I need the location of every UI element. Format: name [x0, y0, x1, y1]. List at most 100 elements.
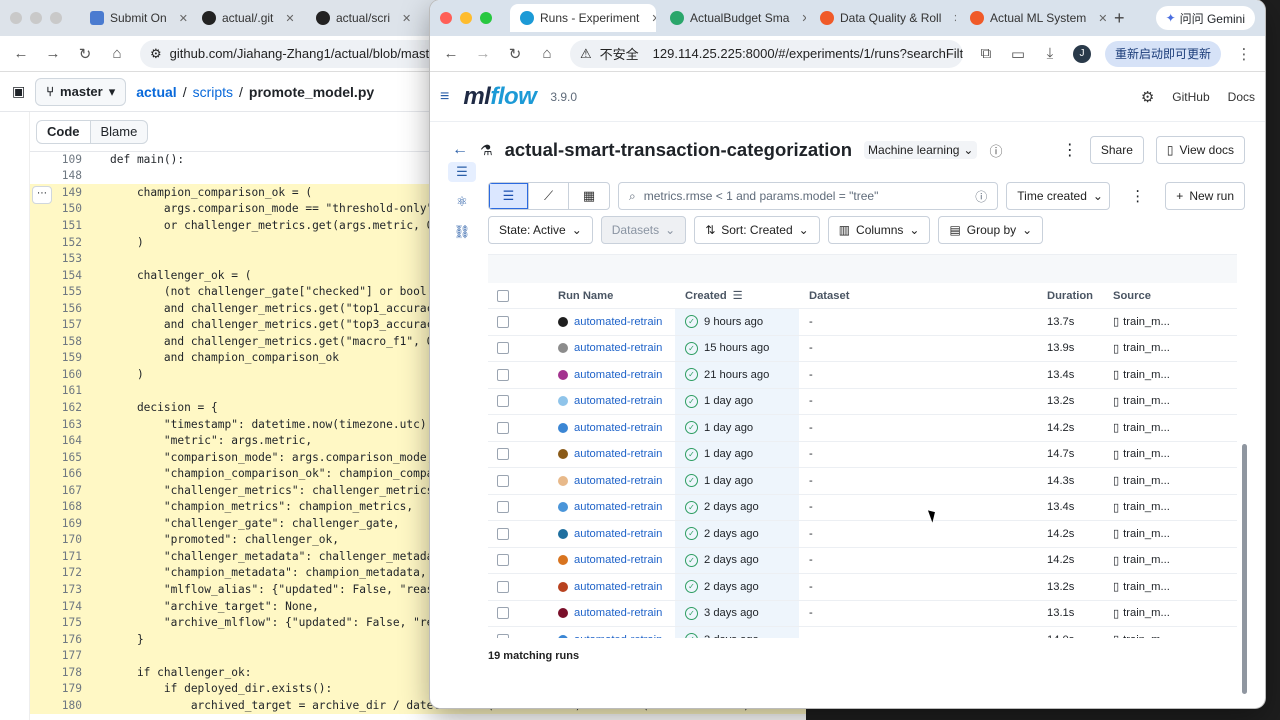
line-number[interactable]: 154	[30, 269, 110, 282]
run-name-link[interactable]: automated-retrain	[574, 395, 662, 407]
more-menu-icon[interactable]: ⋮	[1235, 45, 1253, 63]
line-number[interactable]: 160	[30, 368, 110, 381]
traces-icon[interactable]: ⛓	[448, 222, 476, 242]
run-color-dot[interactable]	[558, 369, 568, 380]
line-number[interactable]: 176	[30, 633, 110, 646]
back-arrow-icon[interactable]: ←	[12, 45, 30, 62]
source-link[interactable]: train_m...	[1123, 607, 1170, 619]
line-number[interactable]: 161	[30, 384, 110, 397]
artifact-view-icon[interactable]: ▦	[569, 183, 609, 209]
tab-runs-experiment[interactable]: Runs - Experiment ✕	[510, 4, 656, 32]
line-number[interactable]: 162	[30, 401, 110, 414]
row-checkbox[interactable]	[497, 342, 509, 355]
source-link[interactable]: train_m...	[1123, 316, 1170, 328]
source-link[interactable]: train_m...	[1123, 369, 1170, 381]
source-link[interactable]: train_m...	[1123, 475, 1170, 487]
run-color-dot[interactable]	[558, 422, 568, 433]
new-tab-button[interactable]: +	[1114, 8, 1125, 29]
close-tab-icon[interactable]: ✕	[953, 12, 956, 25]
run-name-link[interactable]: automated-retrain	[574, 528, 662, 540]
tab-actualbudget[interactable]: ActualBudget Sma ✕	[660, 4, 806, 32]
line-number[interactable]: 178	[30, 666, 110, 679]
hamburger-menu-icon[interactable]: ≡	[440, 88, 449, 106]
close-tab-icon[interactable]: ✕	[179, 12, 188, 25]
row-checkbox[interactable]	[497, 633, 509, 638]
source-link[interactable]: train_m...	[1123, 634, 1170, 638]
line-number[interactable]: 164	[30, 434, 110, 447]
close-tab-icon[interactable]: ✕	[402, 12, 411, 25]
reload-icon[interactable]: ↻	[76, 45, 94, 63]
line-number[interactable]: 169	[30, 517, 110, 530]
column-header-dataset[interactable]: Dataset	[799, 290, 1047, 302]
line-number[interactable]: 174	[30, 600, 110, 613]
line-number[interactable]: 152	[30, 236, 110, 249]
line-number[interactable]: 180	[30, 699, 110, 712]
zoom-window-button[interactable]	[50, 12, 62, 24]
forward-arrow-icon[interactable]: →	[44, 45, 62, 62]
back-tab-1[interactable]: actual/.git ✕	[192, 4, 302, 32]
row-checkbox[interactable]	[497, 421, 509, 434]
tab-code[interactable]: Code	[36, 119, 91, 144]
tab-data-quality[interactable]: Data Quality & Roll ✕	[810, 4, 956, 32]
minimize-window-button[interactable]	[30, 12, 42, 24]
select-all-checkbox[interactable]	[497, 289, 509, 302]
table-row[interactable]: automated-retrain ✓ 1 day ago - 14.3s ▯ train_…	[488, 468, 1237, 495]
cast-icon[interactable]: ▭	[1009, 45, 1027, 63]
run-color-dot[interactable]	[558, 343, 568, 354]
more-options-icon[interactable]: ⋮	[1130, 187, 1145, 205]
download-icon[interactable]: ⤓	[1041, 45, 1059, 62]
view-docs-button[interactable]: ▯ View docs	[1155, 136, 1245, 164]
source-link[interactable]: train_m...	[1123, 448, 1170, 460]
more-actions-icon[interactable]: ⋮	[1062, 140, 1078, 160]
row-checkbox[interactable]	[497, 368, 509, 381]
table-row[interactable]: automated-retrain ✓ 3 days ago -14.0s▯ train…	[488, 627, 1237, 638]
table-scrollbar[interactable]	[1242, 444, 1247, 694]
run-color-dot[interactable]	[558, 608, 568, 619]
close-window-button[interactable]	[440, 12, 452, 24]
profile-avatar[interactable]: J	[1072, 44, 1091, 63]
table-row[interactable]: automated-retrain ✓ 2 days ago - 14.2s ▯ train…	[488, 521, 1237, 548]
line-number[interactable]: 173	[30, 583, 110, 596]
run-name-link[interactable]: automated-retrain	[574, 634, 662, 638]
line-number[interactable]: 177	[30, 649, 110, 662]
docs-link[interactable]: Docs	[1228, 90, 1255, 104]
run-color-dot[interactable]	[558, 475, 568, 486]
line-number[interactable]: 171	[30, 550, 110, 563]
restart-update-button[interactable]: 重新启动即可更新	[1104, 40, 1221, 67]
source-link[interactable]: train_m...	[1123, 422, 1170, 434]
run-color-dot[interactable]	[558, 316, 568, 327]
row-checkbox[interactable]	[497, 448, 509, 461]
source-link[interactable]: train_m...	[1123, 342, 1170, 354]
settings-gear-icon[interactable]: ⚙	[1141, 88, 1154, 106]
run-name-link[interactable]: automated-retrain	[574, 607, 662, 619]
line-number[interactable]: 159	[30, 351, 110, 364]
source-link[interactable]: train_m...	[1123, 501, 1170, 513]
line-number[interactable]: 156	[30, 302, 110, 315]
row-checkbox[interactable]	[497, 315, 509, 328]
info-icon[interactable]: ⓘ	[975, 188, 987, 205]
line-number[interactable]: 157	[30, 318, 110, 331]
minimize-window-button[interactable]	[460, 12, 472, 24]
source-link[interactable]: train_m...	[1123, 395, 1170, 407]
table-row[interactable]: automated-retrain ✓ 2 days ago - 14.2s ▯ train…	[488, 547, 1237, 574]
row-checkbox[interactable]	[497, 474, 509, 487]
row-checkbox[interactable]	[497, 607, 509, 620]
run-name-link[interactable]: automated-retrain	[574, 475, 662, 487]
table-row[interactable]: automated-retrain ✓ 21 hours ago - 13.4s ▯ tra…	[488, 362, 1237, 389]
line-number[interactable]: 109	[30, 153, 110, 166]
line-number[interactable]: 158	[30, 335, 110, 348]
front-url-field[interactable]: ⚠ 不安全 129.114.25.225:8000/#/experiments/…	[570, 39, 963, 68]
line-number[interactable]: 163	[30, 418, 110, 431]
table-row[interactable]: automated-retrain ✓ 15 hours ago - 13.9s ▯ tra…	[488, 335, 1237, 362]
table-row[interactable]: automated-retrain ✓ 1 day ago - 14.2s ▯ train_…	[488, 415, 1237, 442]
forward-arrow-icon[interactable]: →	[474, 45, 492, 62]
gemini-button[interactable]: ✦ 问问 Gemini	[1155, 6, 1255, 30]
run-color-dot[interactable]	[558, 396, 568, 407]
zoom-window-button[interactable]	[480, 12, 492, 24]
line-number[interactable]: 150	[30, 202, 110, 215]
column-header-source[interactable]: Source	[1113, 290, 1237, 302]
run-name-link[interactable]: automated-retrain	[574, 369, 662, 381]
line-number[interactable]: 151	[30, 219, 110, 232]
run-color-dot[interactable]	[558, 634, 568, 638]
close-tab-icon[interactable]: ✕	[651, 12, 656, 25]
